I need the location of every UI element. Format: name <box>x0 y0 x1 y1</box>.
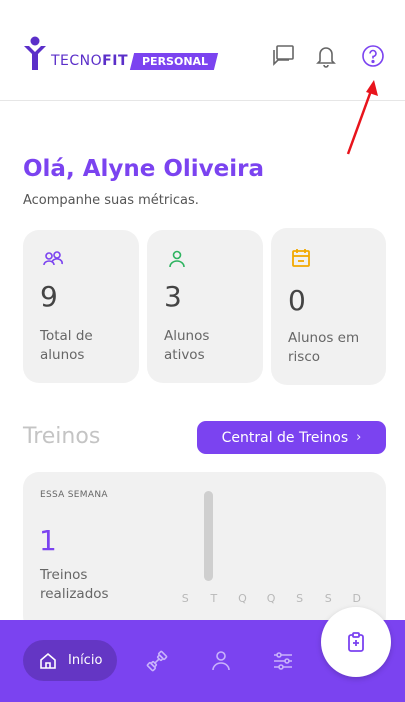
metric-value: 0 <box>288 284 306 317</box>
weekly-workouts-card[interactable]: ESSA SEMANA 1 Treinos realizados S T Q Q… <box>23 472 386 632</box>
week-label: ESSA SEMANA <box>40 490 108 500</box>
central-de-treinos-label: Central de Treinos <box>221 429 349 446</box>
metric-label: Alunos em risco <box>288 330 360 365</box>
weekday-label: S <box>324 592 332 605</box>
metric-value: 9 <box>40 280 58 313</box>
metric-card-at-risk-students[interactable]: 0 Alunos em risco <box>271 228 386 385</box>
weekday-label: T <box>210 592 218 605</box>
greeting-title: Olá, Alyne Oliveira <box>23 156 265 182</box>
week-workouts-description: Treinos realizados <box>40 567 109 602</box>
weekday-labels: S T Q Q S S D <box>171 592 371 605</box>
weekday-label: D <box>352 592 361 605</box>
top-header: TECNOFIT PERSONAL <box>0 0 405 101</box>
weekday-label: S <box>296 592 304 605</box>
brand-word-light: TECNO <box>51 53 103 69</box>
weekday-label: Q <box>238 592 247 605</box>
help-icon[interactable] <box>360 43 386 69</box>
clipboard-fab-button[interactable] <box>321 607 391 677</box>
clipboard-icon <box>348 632 364 652</box>
tecnofit-logo-mark <box>24 36 46 70</box>
chevron-right-icon: › <box>356 430 362 445</box>
week-workouts-value: 1 <box>39 524 57 557</box>
brand-word-bold: FIT <box>102 53 128 69</box>
central-de-treinos-button[interactable]: Central de Treinos › <box>197 421 386 454</box>
profile-icon[interactable] <box>208 648 234 674</box>
chat-icon[interactable] <box>271 43 297 69</box>
weekday-label: Q <box>266 592 276 605</box>
app-screen: TECNOFIT PERSONAL Olá, Alyne Oliveira Ac… <box>0 0 405 702</box>
metric-value: 3 <box>164 280 182 313</box>
home-icon <box>40 652 56 669</box>
dumbbell-icon[interactable] <box>144 648 170 674</box>
brand-badge: PERSONAL <box>129 52 219 70</box>
nav-home-label: Início <box>68 653 103 668</box>
metric-card-active-students[interactable]: 3 Alunos ativos <box>147 230 263 383</box>
nav-home-button[interactable]: Início <box>23 640 117 681</box>
user-icon <box>169 250 185 268</box>
settings-sliders-icon[interactable] <box>270 648 296 674</box>
metric-label: Total de alunos <box>40 328 93 363</box>
metric-label: Alunos ativos <box>164 328 210 363</box>
weekday-label: S <box>181 592 189 605</box>
calendar-icon <box>292 249 310 267</box>
day-bar-tuesday <box>204 491 213 581</box>
greeting-subtitle: Acompanhe suas métricas. <box>23 193 199 208</box>
metric-card-total-students[interactable]: 9 Total de alunos <box>23 230 139 383</box>
brand-logo: TECNOFIT PERSONAL <box>23 36 219 72</box>
brand-wordmark: TECNOFIT <box>51 53 128 69</box>
bell-icon[interactable] <box>313 43 339 69</box>
section-title-treinos: Treinos <box>23 424 101 449</box>
brand-badge-text: PERSONAL <box>142 54 209 68</box>
users-icon <box>43 251 63 266</box>
